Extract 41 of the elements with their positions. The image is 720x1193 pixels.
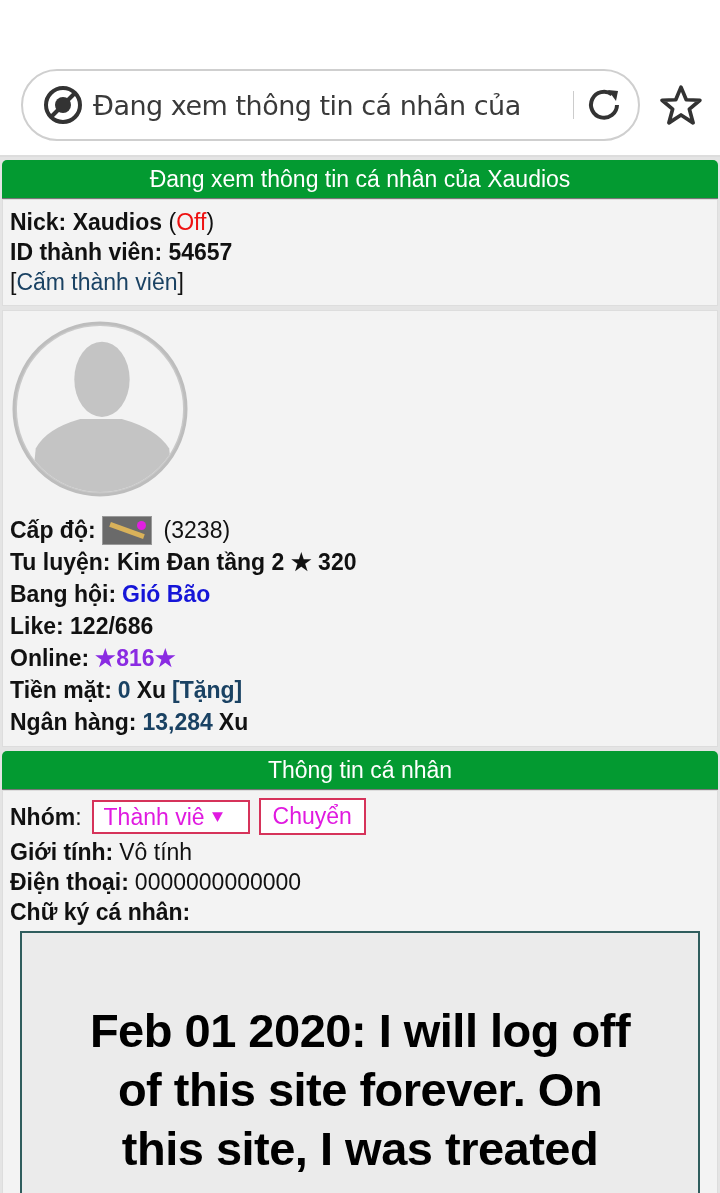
field-label: Cấp độ:: [10, 516, 96, 545]
field-label: Nick: Xaudios: [10, 209, 163, 235]
field-label: Online:: [10, 644, 90, 673]
field-label: Nhóm: [10, 802, 76, 832]
field-label: Điện thoại:: [10, 869, 129, 895]
section-header: Đang xem thông tin cá nhân của Xaudios: [2, 160, 718, 199]
text: (: [167, 209, 177, 235]
field-label: Ngân hàng:: [10, 708, 137, 737]
field-label: Chữ ký cá nhân:: [10, 899, 191, 925]
ad-block-icon[interactable]: [43, 85, 83, 125]
field-label: Tu luyện: Kim Đan tầng 2 ★ 320: [10, 548, 357, 577]
field-label: ID thành viên: 54657: [10, 239, 233, 265]
star-icon[interactable]: [660, 84, 702, 126]
amount-text: [Tặng]: [172, 676, 243, 705]
field-label: Like: 122/686: [10, 612, 154, 641]
address-bar[interactable]: Đang xem thông tin cá nhân của: [21, 69, 640, 141]
field-label: Bang hội:: [10, 580, 117, 609]
field-label: Giới tính:: [10, 839, 114, 865]
colon-text: :: [75, 802, 82, 832]
field-label: Xu: [218, 708, 249, 737]
section-header: Thông tin cá nhân: [2, 751, 718, 790]
ban-member-link[interactable]: Cấm thành viên: [16, 269, 178, 295]
dropdown-caret-icon: [210, 810, 224, 823]
status-text: Off: [176, 209, 207, 235]
field-label: Xu: [136, 676, 166, 705]
field-label: Tiền mặt:: [10, 676, 112, 705]
signature-text: Feb 01 2020: I will log off of this site forever. On this site, I was treated: [88, 1003, 632, 1177]
field-value: 0000000000000: [134, 869, 302, 895]
amount-text: 13,284: [142, 708, 213, 737]
text: ): [206, 209, 215, 235]
group-select[interactable]: Thành viê: [91, 799, 250, 834]
amount-text: 0: [117, 676, 131, 705]
field-value: Vô tính: [119, 839, 193, 865]
level-badge-image: [101, 515, 152, 545]
guild-link[interactable]: Gió Bão: [122, 578, 211, 610]
text: [: [10, 269, 17, 295]
move-button[interactable]: Chuyển: [258, 798, 366, 835]
online-count: ★816★: [95, 644, 176, 673]
address-text: Đang xem thông tin cá nhân của: [93, 89, 522, 121]
text: ]: [177, 269, 184, 295]
text: (3238): [163, 516, 231, 545]
